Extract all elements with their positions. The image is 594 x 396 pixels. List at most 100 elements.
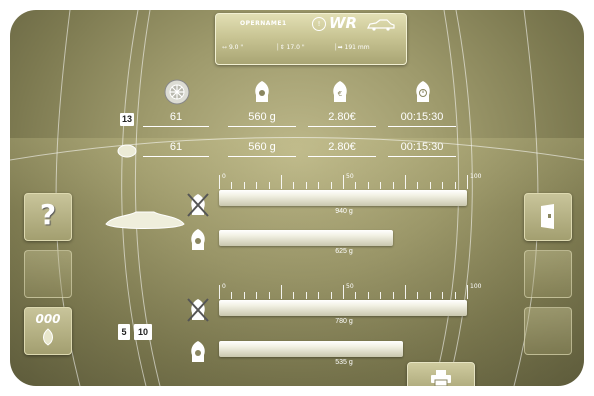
scale-tick <box>219 285 220 299</box>
group2-bar-removed <box>219 300 467 316</box>
scale-tick <box>231 292 232 299</box>
scale-tick <box>467 285 468 299</box>
scale-tick <box>318 182 319 189</box>
width-measurement: ⇿ 9.0 " <box>222 44 244 51</box>
scale-tick <box>393 182 394 189</box>
group2-bar-added-label: 535 g <box>335 359 353 366</box>
scale-tick <box>417 182 418 189</box>
scale-tick <box>405 175 406 189</box>
exit-button[interactable] <box>524 193 572 241</box>
row1-cost: 2.80€ <box>328 111 356 123</box>
scale-label: 50 <box>346 173 354 180</box>
scale-tick <box>306 292 307 299</box>
scale-tick <box>256 292 257 299</box>
group1-added-weight-icon <box>191 229 205 250</box>
scale-tick <box>368 292 369 299</box>
group2-removed-weight-icon <box>187 298 209 322</box>
operator-name: OPERNAME1 <box>240 20 287 27</box>
scale-tick <box>331 292 332 299</box>
group2-bar-added <box>219 341 403 357</box>
scale-tick <box>343 285 344 299</box>
car-icon <box>367 19 395 31</box>
scale-tick <box>355 182 356 189</box>
left-slot-empty <box>24 250 72 298</box>
group1-bar-removed-label: 940 g <box>335 208 353 215</box>
right-slot-empty-1 <box>524 250 572 298</box>
header-panel: OPERNAME1 ! WR ⇿ 9.0 " │⇕ 17.0 " │➡ 191 … <box>215 13 407 65</box>
row2-cost: 2.80€ <box>328 141 356 153</box>
row1-count-underline <box>143 126 209 127</box>
scale-tick <box>467 175 468 189</box>
print-button[interactable] <box>407 362 475 386</box>
scale-tick <box>231 182 232 189</box>
screen-frame: OPERNAME1 ! WR ⇿ 9.0 " │⇕ 17.0 " │➡ 191 … <box>10 10 584 386</box>
row2-weight-underline <box>228 156 296 157</box>
scale-tick <box>455 292 456 299</box>
scale-tick <box>219 175 220 189</box>
row1-cost-underline <box>308 126 376 127</box>
row1-time-underline <box>388 126 456 127</box>
svg-text:€: € <box>338 90 342 98</box>
row2-count-underline <box>143 156 209 157</box>
group1-bar-added <box>219 230 393 246</box>
printer-icon <box>431 370 451 386</box>
diameter-value: 17.0 " <box>286 44 305 51</box>
tire-pressure-icon: ! <box>312 17 326 31</box>
leaf-icon <box>43 328 53 346</box>
group2-bar-removed-label: 780 g <box>335 318 353 325</box>
scale-tick <box>380 292 381 299</box>
weight-time-icon <box>413 80 433 108</box>
scale-tick <box>331 182 332 189</box>
scale-tick <box>455 182 456 189</box>
row1-time: 00:15:30 <box>400 111 444 123</box>
scale-tick <box>343 175 344 189</box>
wheel-icon <box>164 79 190 105</box>
right-slot-empty-2 <box>524 307 572 355</box>
weight-cost-icon: € <box>330 80 350 108</box>
row2-count: 61 <box>169 141 183 153</box>
row1-weight: 560 g <box>248 111 276 123</box>
scale-tick <box>417 292 418 299</box>
scale-tick <box>442 292 443 299</box>
scale-tick <box>368 182 369 189</box>
mode-label: WR <box>329 14 358 32</box>
scale-label: 100 <box>470 283 482 290</box>
rim-size-badge: 13 <box>120 113 134 126</box>
scale-label: 50 <box>346 283 354 290</box>
row2-time: 00:15:30 <box>400 141 444 153</box>
scale-tick <box>269 182 270 189</box>
row1-count: 61 <box>169 111 183 123</box>
scale-tick <box>281 175 282 189</box>
group1-bar-removed <box>219 190 467 206</box>
scale-tick <box>281 285 282 299</box>
counter-label: 000 <box>35 312 61 326</box>
exit-door-icon <box>541 204 554 229</box>
row1-weight-underline <box>228 126 296 127</box>
scale-tick <box>380 182 381 189</box>
counter-box-1: 5 <box>118 324 130 340</box>
diameter-measurement: │⇕ 17.0 " <box>276 44 305 51</box>
scale-label: 0 <box>222 173 226 180</box>
scale-label: 0 <box>222 283 226 290</box>
clip-weight-icon <box>105 211 185 229</box>
scale-tick <box>430 292 431 299</box>
distance-measurement: │➡ 191 mm <box>334 44 370 51</box>
group2-added-weight-icon <box>191 341 205 362</box>
scale-tick <box>442 182 443 189</box>
scale-tick <box>355 292 356 299</box>
scale-tick <box>244 182 245 189</box>
width-value: 9.0 " <box>228 44 244 51</box>
help-icon: ? <box>39 198 57 231</box>
scale-tick <box>306 182 307 189</box>
scale-tick <box>293 292 294 299</box>
distance-value: 191 mm <box>344 44 370 51</box>
group1-removed-weight-icon <box>187 193 209 217</box>
scale-tick <box>405 285 406 299</box>
counter-button[interactable]: 000 <box>24 307 72 355</box>
scale-tick <box>256 182 257 189</box>
counter-box-2: 10 <box>134 324 152 340</box>
group1-bar-added-label: 625 g <box>335 248 353 255</box>
help-button[interactable]: ? <box>24 193 72 241</box>
scale-tick <box>393 292 394 299</box>
scale-tick <box>318 292 319 299</box>
